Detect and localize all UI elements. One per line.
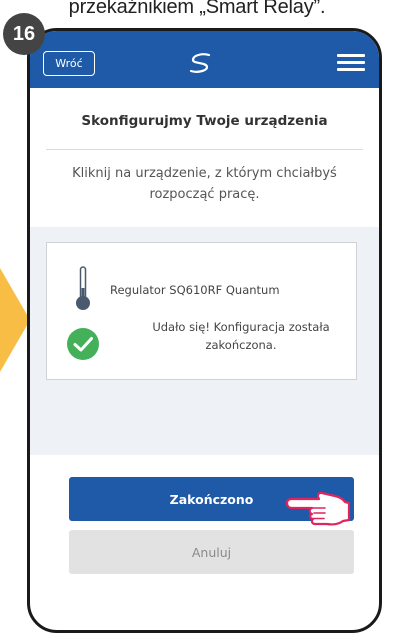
pointing-hand-icon [285,491,351,526]
divider [46,149,363,150]
status-message: Udało się! Konfiguracja została zakończo… [152,320,330,352]
arrow-indicator [0,268,30,372]
salus-logo-icon [189,53,211,73]
step-number-badge: 16 [3,13,45,55]
page-title: Skonfigurujmy Twoje urządzenia [81,113,328,129]
hamburger-icon[interactable] [337,54,365,72]
instruction-caption: przekaźnikiem „Smart Relay”. [68,0,326,18]
cancel-button[interactable]: Anuluj [69,530,354,574]
thermometer-icon [76,266,90,310]
device-name: Regulator SQ610RF Quantum [110,283,280,297]
phone-frame: Wróć Skonfigurujmy Twoje urządzenia Klik… [27,28,382,633]
check-circle-icon [67,328,99,360]
instruction-text: Kliknij na urządzenie, z którym chciałby… [72,166,337,202]
back-button[interactable]: Wróć [43,51,95,76]
top-bar: Wróć [30,31,379,88]
